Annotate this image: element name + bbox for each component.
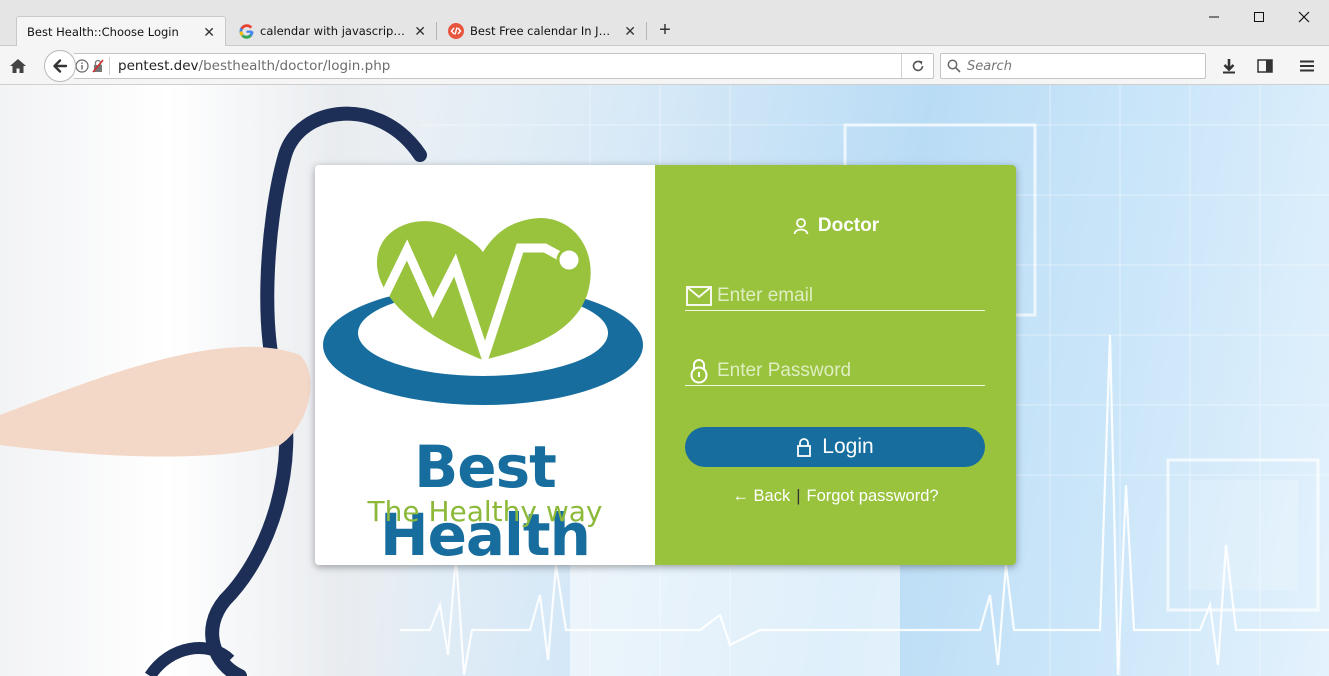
password-field	[685, 356, 985, 386]
user-icon	[793, 218, 809, 235]
url-separator	[109, 57, 110, 75]
minimize-icon[interactable]	[1203, 6, 1225, 28]
menu-icon[interactable]	[1296, 55, 1318, 77]
envelope-icon	[685, 284, 713, 308]
email-input[interactable]	[717, 284, 977, 307]
search-bar[interactable]	[940, 53, 1206, 79]
sidebar-toggle-icon[interactable]	[1254, 55, 1276, 77]
role-heading: Doctor	[655, 215, 1016, 237]
code-icon	[448, 23, 464, 39]
tab-separator	[646, 22, 647, 40]
search-icon	[947, 59, 961, 73]
download-icon[interactable]	[1218, 55, 1240, 77]
insecure-lock-icon	[92, 59, 104, 73]
site-info[interactable]	[74, 54, 118, 78]
heart-logo-icon	[323, 218, 643, 405]
close-tab-icon[interactable]: ✕	[414, 24, 426, 38]
login-form-panel: Doctor Login ← Bac	[655, 165, 1016, 565]
password-input[interactable]	[717, 359, 977, 382]
new-tab-button[interactable]: +	[654, 20, 676, 42]
login-button[interactable]: Login	[685, 427, 985, 467]
login-button-label: Login	[822, 435, 874, 458]
lock-icon	[797, 437, 812, 457]
close-window-icon[interactable]	[1293, 6, 1315, 28]
link-separator: |	[796, 487, 801, 505]
browser-navbar: pentest.dev/besthealth/doctor/login.php	[0, 46, 1329, 85]
tab-title: Best Health::Choose Login	[27, 25, 179, 39]
back-button[interactable]	[44, 50, 76, 82]
tab-calendar-javascript[interactable]: Best Free calendar In JavaS... ✕	[438, 16, 646, 46]
back-label: Back	[753, 487, 791, 505]
tab-title: calendar with javascript - ...	[260, 24, 407, 38]
padlock-icon	[685, 358, 713, 383]
browser-titlebar: Best Health::Choose Login ✕ calendar wit…	[0, 0, 1329, 47]
close-tab-icon[interactable]: ✕	[203, 25, 215, 39]
back-arrow-icon	[53, 59, 68, 73]
close-tab-icon[interactable]: ✕	[624, 24, 636, 38]
brand-tagline: The Healthy way	[367, 495, 603, 528]
url-text[interactable]: pentest.dev/besthealth/doctor/login.php	[118, 58, 901, 74]
tab-separator	[436, 22, 437, 40]
form-links: ← Back | Forgot password?	[655, 487, 1016, 506]
brand-panel: Best Health The Healthy way	[315, 165, 655, 565]
tab-calendar-google[interactable]: calendar with javascript - ... ✕	[228, 16, 436, 46]
home-icon[interactable]	[8, 56, 28, 76]
tab-title: Best Free calendar In JavaS...	[470, 24, 616, 38]
forgot-password-link[interactable]: Forgot password?	[807, 487, 939, 506]
page-viewport: Best Health The Healthy way Doctor Enter…	[0, 85, 1329, 676]
url-bar[interactable]: pentest.dev/besthealth/doctor/login.php	[74, 53, 934, 79]
info-icon	[75, 59, 89, 73]
search-input[interactable]	[967, 58, 1187, 74]
google-icon	[238, 23, 254, 39]
back-link[interactable]: ← Back	[732, 487, 790, 506]
reload-icon[interactable]	[901, 54, 933, 78]
email-field	[685, 281, 985, 311]
arrow-left-icon: ←	[732, 487, 749, 505]
login-card: Best Health The Healthy way Doctor Enter…	[315, 165, 1016, 565]
tab-best-health[interactable]: Best Health::Choose Login ✕	[16, 16, 226, 47]
url-host: pentest.dev	[118, 58, 199, 74]
maximize-icon[interactable]	[1248, 6, 1270, 28]
url-path: /besthealth/doctor/login.php	[198, 58, 391, 74]
role-label: Doctor	[817, 215, 880, 236]
